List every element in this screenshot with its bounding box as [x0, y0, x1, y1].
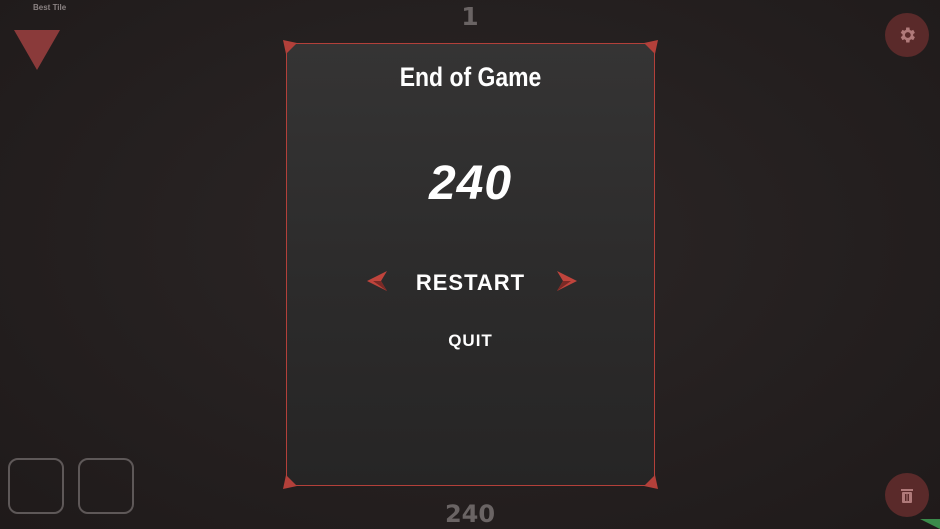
final-score: 240: [428, 157, 513, 210]
gear-icon: [900, 27, 915, 43]
bottom-score: 240: [444, 500, 496, 528]
settings-button[interactable]: [885, 13, 929, 57]
restart-button[interactable]: RESTART: [287, 270, 654, 296]
corner-ornament-icon: [283, 40, 297, 54]
quit-button[interactable]: QUIT: [287, 331, 654, 351]
restart-row: RESTART: [287, 268, 654, 298]
corner-ornament-icon: [283, 475, 297, 489]
end-of-game-dialog: End of Game 240 RESTART QUIT: [283, 40, 658, 489]
level-number: 1: [461, 2, 479, 31]
triangle-down-icon: [14, 30, 60, 70]
green-triangle-icon: [920, 519, 940, 529]
corner-ornament-icon: [644, 475, 658, 489]
corner-ornament-icon: [644, 40, 658, 54]
arrow-right-icon: [557, 271, 577, 291]
dialog-title: End of Game: [399, 62, 542, 92]
